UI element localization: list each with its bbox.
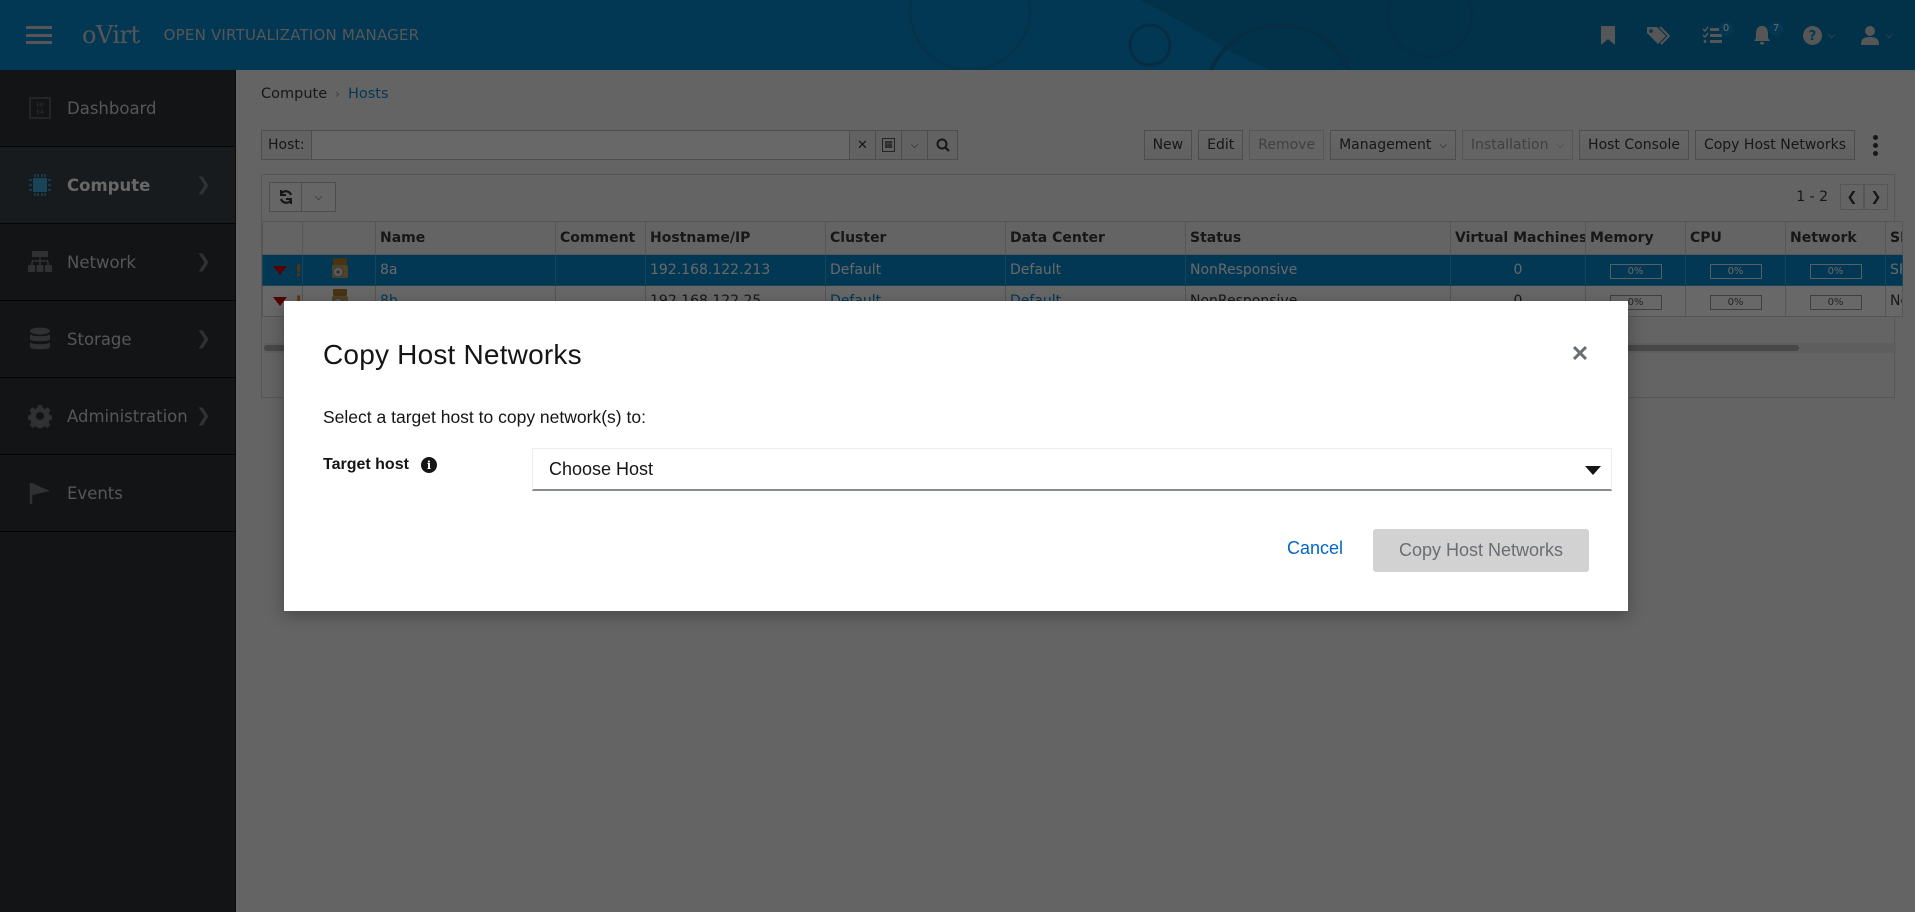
- dialog-title: Copy Host Networks: [323, 339, 582, 370]
- target-host-select-value: Choose Host: [549, 458, 654, 479]
- target-host-label-text: Target host: [323, 456, 409, 473]
- dialog-description: Select a target host to copy network(s) …: [323, 407, 646, 427]
- target-host-label: Target host i: [323, 456, 437, 474]
- close-icon: [1573, 346, 1587, 360]
- copy-host-networks-submit-button[interactable]: Copy Host Networks: [1373, 529, 1589, 572]
- info-icon[interactable]: i: [420, 457, 437, 473]
- cancel-button[interactable]: Cancel: [1287, 538, 1343, 559]
- caret-down-icon: [1585, 466, 1601, 475]
- copy-host-networks-dialog: Copy Host Networks Select a target host …: [284, 301, 1628, 611]
- close-dialog-button[interactable]: [1568, 341, 1592, 365]
- target-host-select[interactable]: Choose Host: [532, 448, 1612, 491]
